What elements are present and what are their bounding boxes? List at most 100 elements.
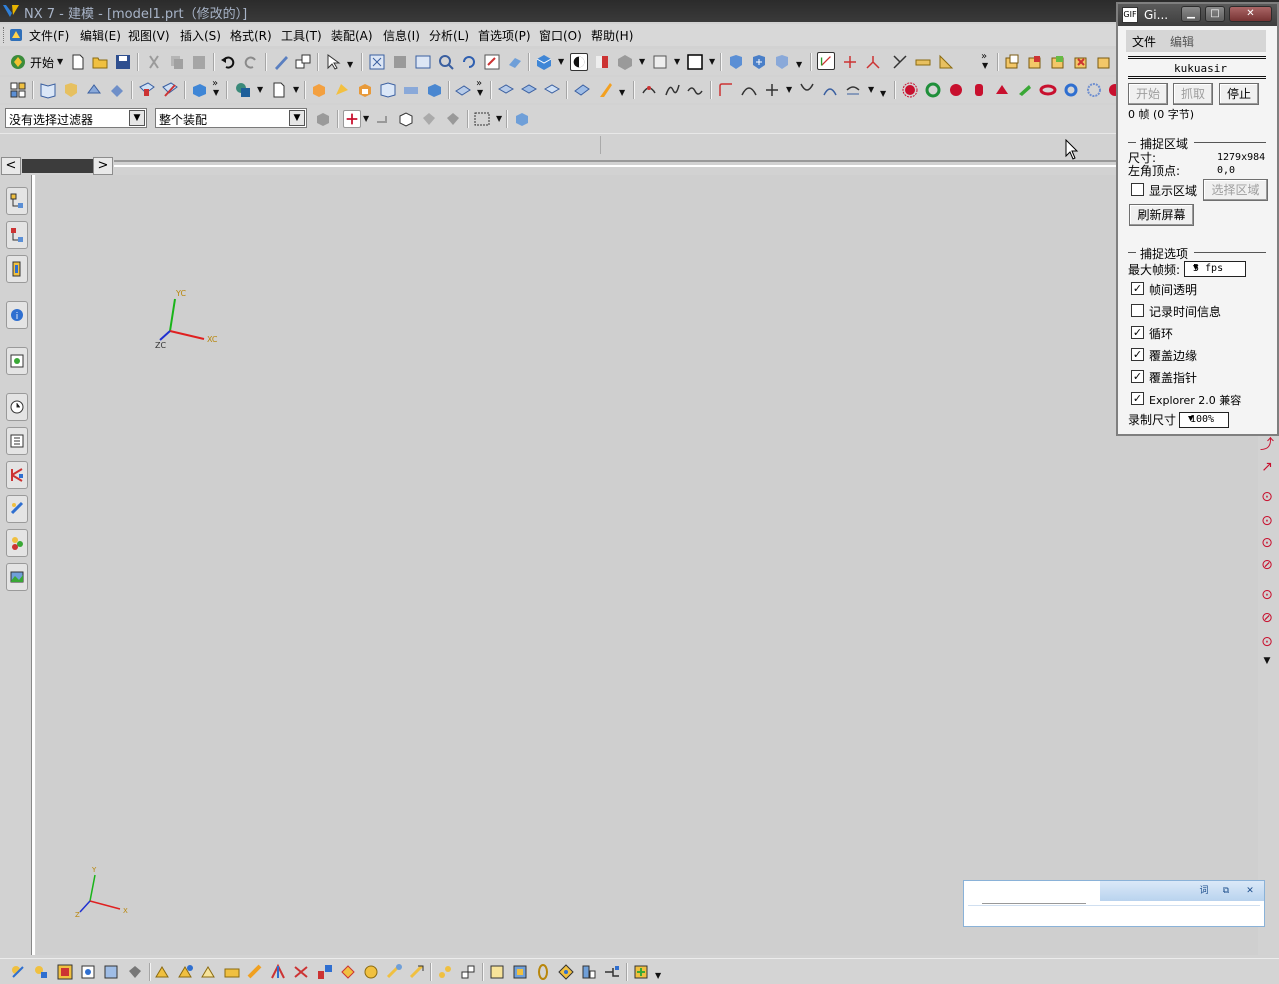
curve-point-icon[interactable] [640,81,658,99]
wcs-orient-icon[interactable] [891,53,909,71]
selection-dropdown-icon[interactable]: ▼ [347,60,353,69]
draft-icon[interactable] [379,81,397,99]
bt-icon-7[interactable] [153,963,171,981]
edit-object-icon[interactable] [272,53,290,71]
bt-icon-11[interactable] [246,963,264,981]
capture-menu-file[interactable]: 文件 [1132,33,1156,50]
sheet-dropdown-icon[interactable]: ▼ [293,85,299,94]
chamfer-icon[interactable] [333,81,351,99]
measure-angle-icon[interactable] [937,53,955,71]
snap-gear-icon[interactable] [1085,81,1103,99]
layer-icon[interactable] [651,53,669,71]
selection-scope-arrow-icon[interactable]: ▼ [289,110,305,126]
snap-ring-icon[interactable] [1062,81,1080,99]
wcs-rotate-icon[interactable] [864,53,882,71]
part-icon-1[interactable] [1003,53,1021,71]
part-tab-model1[interactable] [22,159,94,173]
part-icon-4[interactable] [1072,53,1090,71]
close-button[interactable]: ✕ [1229,6,1272,22]
grab-button[interactable]: 抓取 [1173,83,1213,105]
menu-window[interactable]: 窗口(O) [539,27,582,44]
copy-icon[interactable] [168,53,186,71]
hide-dropdown-icon[interactable]: ▼ [639,57,645,66]
menu-assembly[interactable]: 装配(A) [331,27,373,44]
curve-dropdown-icon[interactable]: ▼ [786,85,792,94]
bottom-toolbar-dropdown-icon[interactable]: ▼ [655,971,661,980]
bt-icon-6[interactable] [126,963,144,981]
intersect-curve-icon[interactable] [798,81,816,99]
bt-icon-1[interactable] [9,963,27,981]
save-icon[interactable] [114,53,132,71]
curve-wave-icon[interactable] [686,81,704,99]
snap-circle-icon-1[interactable]: ⊙ [1259,489,1275,505]
dictionary-button[interactable]: 词 [1196,884,1212,898]
system-materials-tab[interactable] [6,427,28,455]
constraint-navigator-tab[interactable] [6,221,28,249]
start-dropdown-icon[interactable]: ▼ [57,57,63,66]
menu-analysis[interactable]: 分析(L) [429,27,469,44]
reuse-library-tab[interactable]: i [6,301,28,329]
start-icon[interactable] [9,53,27,71]
select-area-button[interactable]: 选择区域 [1203,179,1268,201]
menu-edit[interactable]: 编辑(E) [80,27,121,44]
snap-arrow-icon[interactable]: ⤴ [1259,437,1275,453]
split-body-icon[interactable] [425,81,443,99]
bt-icon-9[interactable] [199,963,217,981]
curve2-options-icon[interactable]: ▼ [880,89,886,98]
trim-body-icon[interactable] [402,81,420,99]
snap-circle-icon-3[interactable]: ⊙ [1259,535,1275,551]
snap-cylinder-icon[interactable] [970,81,988,99]
part-icon-3[interactable] [1049,53,1067,71]
snap-center-icon[interactable] [924,81,942,99]
bt-icon-12[interactable] [269,963,287,981]
select-body-icon[interactable] [397,110,415,128]
wcs-origin-icon[interactable] [841,53,859,71]
assembly-dropdown-icon[interactable]: ▼ [796,60,802,69]
curve2-dropdown-icon[interactable]: ▼ [868,85,874,94]
shell-icon[interactable] [356,81,374,99]
select-component-icon[interactable] [513,110,531,128]
maximize-button[interactable]: □ [1205,6,1225,22]
bt-icon-24[interactable] [557,963,575,981]
roles-tab[interactable] [6,529,28,557]
show-area-checkbox[interactable] [1131,183,1144,196]
bt-icon-10[interactable] [223,963,241,981]
undo-icon[interactable] [219,53,237,71]
snap-point-filter-icon[interactable] [343,110,361,128]
spline-icon[interactable] [663,81,681,99]
snap-rail-more-icon[interactable]: ▼ [1259,653,1275,669]
snap-vector-icon[interactable]: ↗ [1259,459,1275,475]
menubar-grip[interactable] [3,27,6,43]
option-checkbox-3[interactable]: ✓ [1131,348,1144,361]
color-dropdown-icon[interactable]: ▼ [709,57,715,66]
menu-tools[interactable]: 工具(T) [281,27,322,44]
snap-circle-icon-2[interactable]: ⊙ [1259,513,1275,529]
zoom-window-icon[interactable] [414,53,432,71]
bt-icon-14[interactable] [316,963,334,981]
new-file-icon[interactable] [69,53,87,71]
type-filter-arrow-icon[interactable]: ▼ [129,110,145,126]
minimize-button[interactable]: ▁ [1181,6,1201,22]
snap-cone-icon[interactable] [993,81,1011,99]
rotate-icon[interactable] [460,53,478,71]
record-size-arrow-icon[interactable]: ▼ [1188,414,1226,424]
offset-face-icon[interactable] [454,81,472,99]
menu-view[interactable]: 视图(V) [128,27,170,44]
system-scenes-tab[interactable] [6,563,28,591]
capture-menu-edit[interactable]: 编辑 [1170,33,1194,50]
styled-blend-icon[interactable] [596,81,614,99]
float-restore-icon[interactable]: ⧉ [1218,884,1234,898]
menu-insert[interactable]: 插入(S) [180,27,221,44]
zoom-icon[interactable] [437,53,455,71]
shaded-view-icon[interactable] [535,53,553,71]
pan-icon[interactable] [483,53,501,71]
extract-curve-icon[interactable] [844,81,862,99]
stop-capture-button[interactable]: 停止 [1219,83,1259,105]
surface-icon-3[interactable] [543,81,561,99]
offset-curve-icon[interactable] [717,81,735,99]
selection-priority-icon[interactable] [314,110,332,128]
display-icon[interactable] [294,53,312,71]
edge-blend-icon[interactable] [310,81,328,99]
menu-app-icon[interactable] [8,27,24,43]
snap-circle-icon-4[interactable]: ⊘ [1259,557,1275,573]
